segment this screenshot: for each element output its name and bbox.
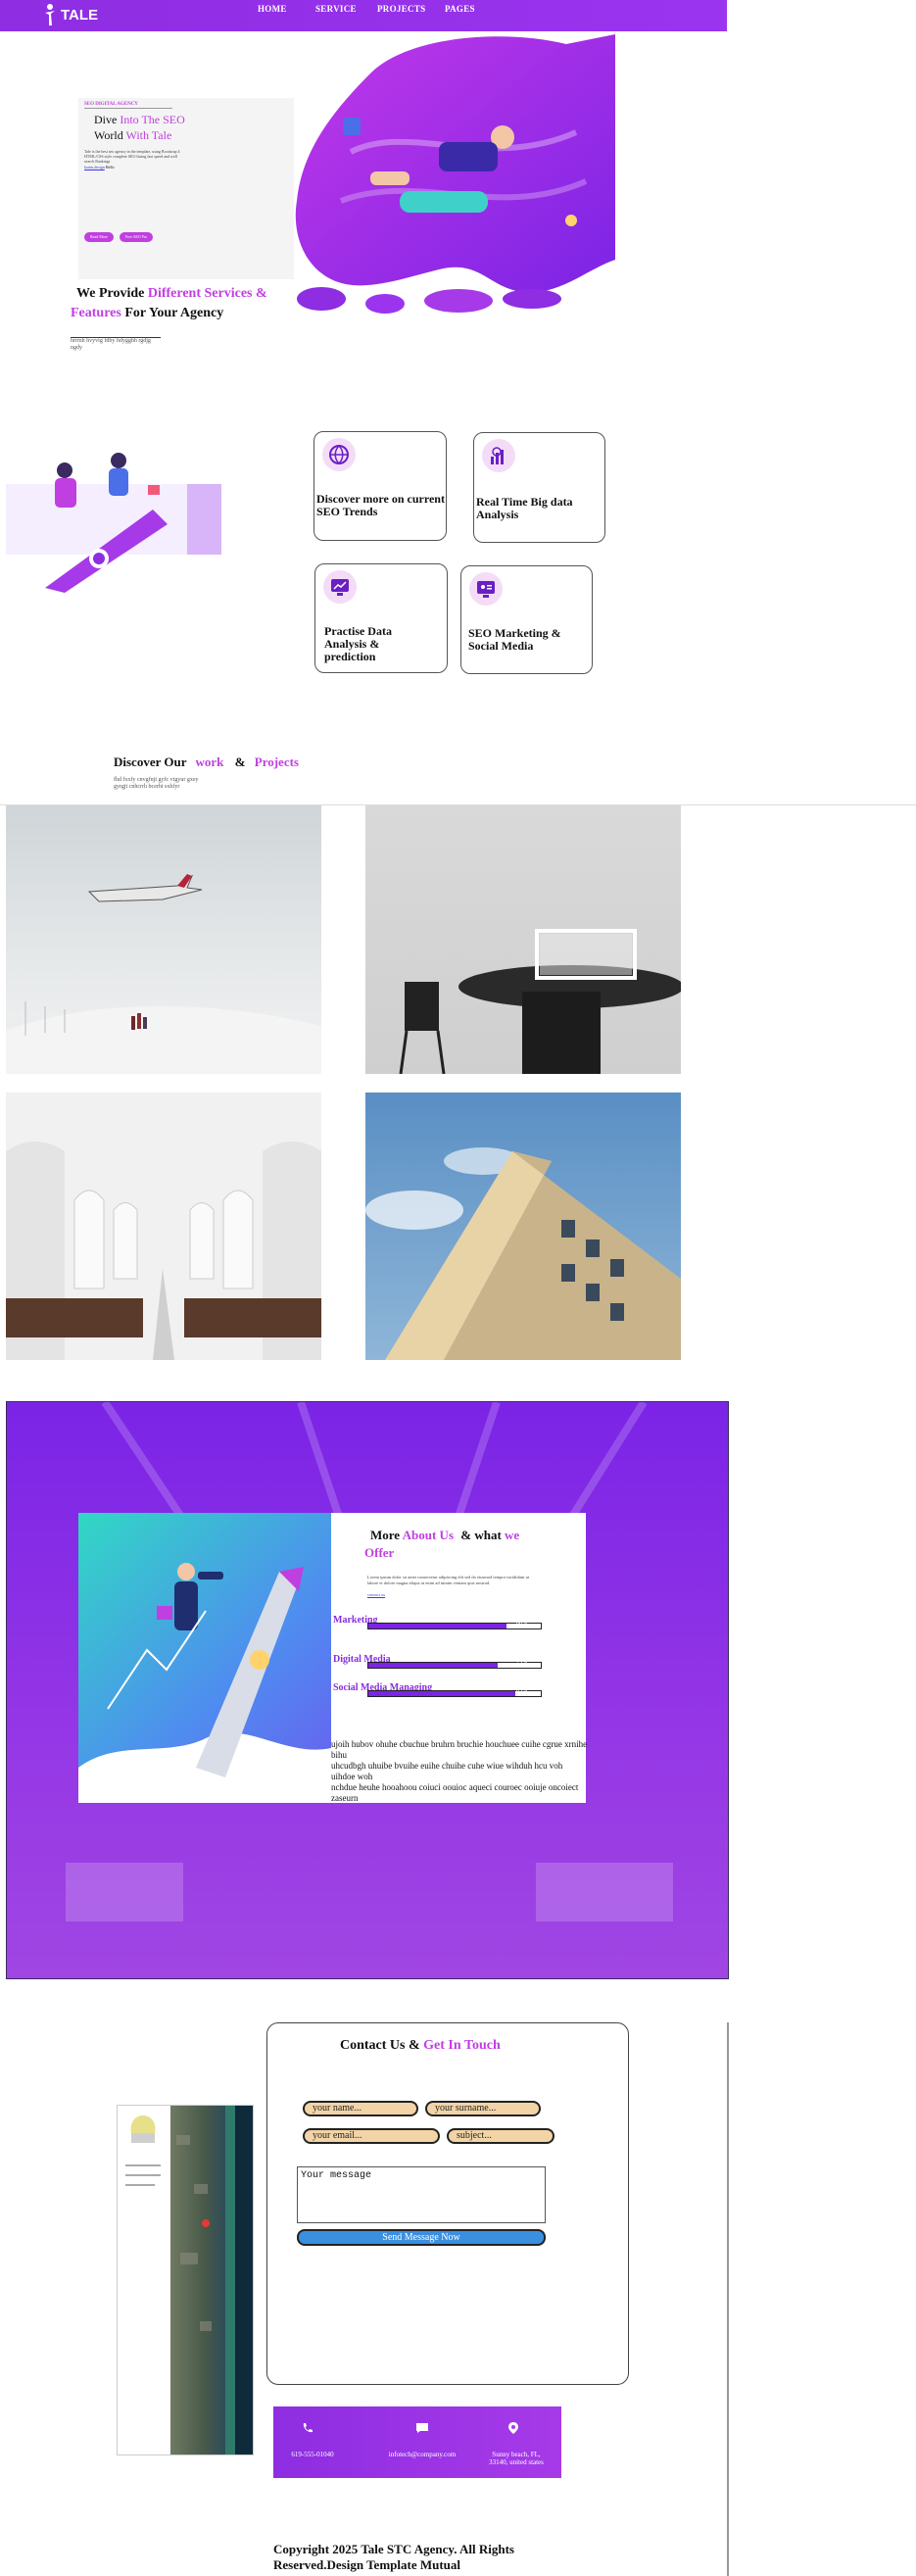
- read-more-button[interactable]: Read More: [84, 232, 114, 242]
- service-card-big-data[interactable]: Real Time Big data Analysis: [473, 432, 605, 543]
- name-field[interactable]: your name...: [303, 2101, 418, 2116]
- projects-subtext: fhd fxxfy cnvgfnjt gyfc vtgyur gxey gyrg…: [114, 777, 199, 790]
- skill-fill: [368, 1624, 506, 1628]
- surname-field[interactable]: your surname...: [425, 2101, 541, 2116]
- send-message-button[interactable]: Send Message Now: [297, 2229, 546, 2246]
- hero-headline: Dive Into The SEO World With Tale: [94, 113, 185, 142]
- address-text: Sunny beach, FL, 33140, united states: [489, 2451, 544, 2466]
- monitor-chart-icon: [323, 570, 357, 604]
- location-icon: [508, 2422, 518, 2434]
- hero-card: SEO DIGITAL AGENCY Dive Into The SEO Wor…: [78, 98, 294, 279]
- hero-link-row: karim.design Hello: [84, 165, 115, 170]
- project-image-building[interactable]: [365, 1093, 681, 1360]
- phone-icon: [303, 2423, 313, 2433]
- service-title: Real Time Big data Analysis: [476, 495, 573, 521]
- about-footer-text: ujoih hubov ohuhe cbuchue bruhrn bruchie…: [331, 1739, 588, 1803]
- email-text: infotech@company.com: [388, 2451, 457, 2458]
- hero-kicker: SEO DIGITAL AGENCY: [84, 102, 138, 107]
- map-embed[interactable]: [117, 2105, 254, 2455]
- phone-text: 619-555-01040: [291, 2451, 334, 2458]
- globe-dollar-icon: [322, 438, 356, 471]
- contact-info-bar: 619-555-01040 infotech@company.com Sunny…: [273, 2406, 561, 2478]
- service-card-data-analysis[interactable]: Practise Data Analysis & prediction: [314, 563, 448, 673]
- nav-home-link[interactable]: HOME: [258, 4, 287, 14]
- logo-text: TALE: [61, 6, 99, 24]
- about-body: Lorem ipsum dolor sit amet consectetur a…: [367, 1575, 530, 1585]
- right-edge-line: [727, 2022, 729, 2576]
- chat-icon: [416, 2423, 428, 2433]
- skill-bar-social-media: 85%: [367, 1688, 542, 1697]
- hero-divider: [84, 108, 172, 109]
- bar-chart-icon: [482, 439, 515, 472]
- logo-figure-icon: [45, 4, 55, 25]
- service-title: SEO Marketing & Social Media: [468, 626, 561, 653]
- hero-link[interactable]: karim.design: [84, 165, 105, 170]
- skill-fill: [368, 1663, 498, 1668]
- nav-pages-link[interactable]: PAGES: [445, 4, 475, 14]
- free-seo-button[interactable]: Free SEO Pro: [120, 232, 154, 242]
- provide-heading: We Provide Different Services & Features…: [71, 286, 267, 320]
- contact-heading: Contact Us & Get In Touch: [340, 2038, 501, 2053]
- projects-heading: Discover Our work & Projects: [114, 754, 299, 769]
- copyright: Copyright 2025 Tale STC Agency. All Righ…: [273, 2542, 514, 2572]
- service-card-seo-marketing[interactable]: SEO Marketing & Social Media: [460, 565, 593, 674]
- project-image-desk[interactable]: [365, 805, 681, 1074]
- map-satellite-view[interactable]: [170, 2106, 253, 2454]
- hero-body: Tale is the best seo agency in the templ…: [84, 149, 180, 164]
- nav-projects-link[interactable]: PROJECTS: [377, 4, 425, 14]
- logo[interactable]: TALE: [43, 2, 112, 27]
- message-textarea[interactable]: Your message: [297, 2166, 546, 2223]
- project-image-airplane[interactable]: [6, 805, 321, 1074]
- about-heading: More About Us & what we Offer: [364, 1528, 520, 1560]
- contact-form-card: Contact Us & Get In Touch your name... y…: [266, 2022, 629, 2385]
- service-card-seo-trends[interactable]: Discover more on current SEO Trends: [313, 431, 447, 541]
- project-image-church[interactable]: [6, 1093, 321, 1360]
- skill-fill: [368, 1691, 515, 1696]
- service-title: Practise Data Analysis & prediction: [324, 624, 392, 663]
- service-title: Discover more on current SEO Trends: [316, 492, 445, 518]
- map-info-panel: [118, 2106, 169, 2454]
- skill-bar-digital-media: 75%: [367, 1660, 542, 1669]
- about-contact-link[interactable]: contact us: [367, 1592, 385, 1597]
- provide-subtext: hrrmh hvyvig fdby hdygghh rgdjg ngdy: [71, 337, 161, 352]
- subject-field[interactable]: subject...: [447, 2128, 554, 2144]
- services-illustration: [6, 431, 223, 598]
- social-screen-icon: [469, 572, 503, 606]
- nav-service-link[interactable]: SERVICE: [315, 4, 357, 14]
- skill-bar-marketing: 80%: [367, 1621, 542, 1629]
- about-rocket-illustration: [78, 1513, 331, 1803]
- hero-illustration: [292, 34, 617, 320]
- top-navbar: TALE HOME SERVICE PROJECTS PAGES: [0, 0, 727, 31]
- email-field[interactable]: your email...: [303, 2128, 440, 2144]
